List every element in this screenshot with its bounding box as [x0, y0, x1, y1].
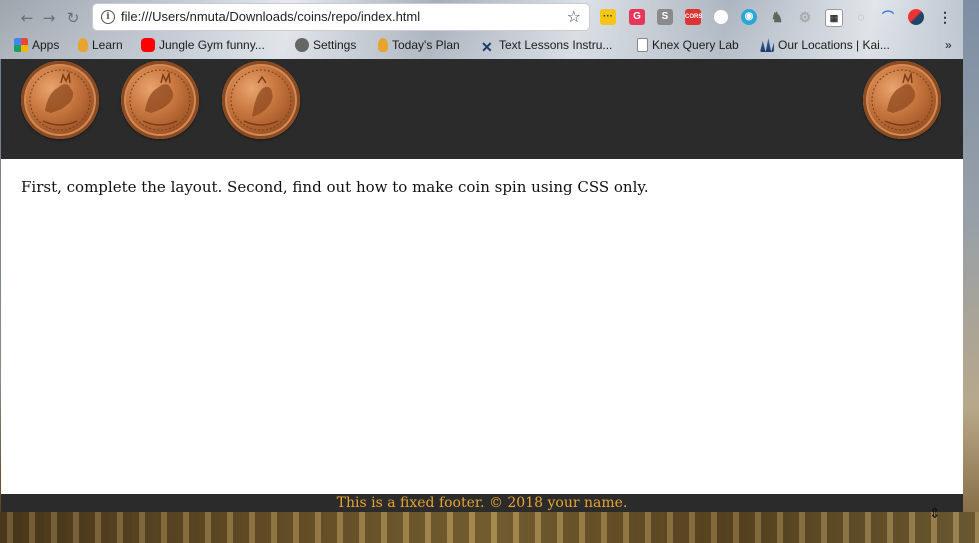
hand-icon — [78, 38, 88, 52]
back-icon[interactable]: ← — [18, 9, 36, 27]
footer-text: This is a fixed footer. © 2018 your name… — [336, 495, 628, 511]
extension-shield-icon[interactable]: ◌ — [853, 9, 869, 25]
gear-icon — [295, 38, 309, 52]
address-bar[interactable]: i file:///Users/nmuta/Downloads/coins/re… — [93, 4, 589, 30]
extension-ball-icon[interactable] — [908, 9, 924, 25]
bookmark-text-lessons[interactable]: ✕ Text Lessons Instru... — [481, 37, 612, 55]
extension-s-icon[interactable]: S — [657, 9, 673, 25]
fixed-footer: This is a fixed footer. © 2018 your name… — [1, 494, 963, 512]
coin-image[interactable] — [121, 61, 199, 139]
page-viewport: First, complete the layout. Second, find… — [1, 59, 963, 512]
instruction-text: First, complete the layout. Second, find… — [21, 178, 649, 196]
extension-circle-icon[interactable] — [713, 9, 729, 25]
coin-image[interactable] — [863, 61, 941, 139]
desktop-background-bottom — [0, 512, 979, 543]
bookmark-learn[interactable]: Learn — [78, 37, 123, 53]
bookmark-star-icon[interactable]: ☆ — [567, 7, 581, 26]
extension-qr-icon[interactable]: ▦ — [825, 9, 843, 27]
bookmark-knex-query-lab[interactable]: Knex Query Lab — [637, 37, 739, 53]
file-icon — [637, 38, 648, 52]
hand-icon — [378, 38, 388, 52]
extension-arc-icon[interactable]: ⌒ — [880, 9, 896, 25]
address-url[interactable]: file:///Users/nmuta/Downloads/coins/repo… — [121, 9, 420, 24]
bookmark-todays-plan[interactable]: Today's Plan — [378, 37, 460, 53]
reload-icon[interactable]: ↻ — [64, 9, 82, 27]
bookmark-apps[interactable]: Apps — [14, 37, 59, 53]
coin-image[interactable] — [21, 61, 99, 139]
extension-eye-icon[interactable]: ◉ — [741, 9, 757, 25]
building-icon — [760, 38, 774, 52]
x-logo-icon: ✕ — [481, 39, 493, 55]
bookmark-our-locations[interactable]: Our Locations | Kai... — [760, 37, 890, 53]
bookmark-settings[interactable]: Settings — [295, 37, 356, 53]
extension-cors-icon[interactable]: CORS — [685, 9, 702, 25]
coin-image[interactable] — [222, 61, 300, 139]
browser-toolbar: ← → ↻ i file:///Users/nmuta/Downloads/co… — [0, 0, 963, 59]
bookmarks-overflow-button[interactable]: » — [945, 37, 952, 53]
coin-header — [1, 59, 963, 159]
menu-kebab-icon[interactable]: ⋮ — [937, 9, 953, 25]
extension-dots-icon[interactable]: ··· — [600, 9, 616, 25]
extension-gear-icon[interactable]: ⚙ — [797, 9, 813, 25]
extension-grammarly-icon[interactable]: G — [629, 9, 645, 25]
desktop-background-right — [963, 0, 979, 543]
site-info-icon[interactable]: i — [101, 10, 115, 24]
youtube-icon — [141, 38, 155, 52]
extension-evernote-icon[interactable]: ♞ — [769, 9, 785, 25]
apps-grid-icon — [14, 38, 28, 52]
forward-icon[interactable]: → — [40, 9, 58, 27]
bookmark-jungle-gym[interactable]: Jungle Gym funny... — [141, 37, 265, 53]
bookmarks-bar: Apps Learn Jungle Gym funny... Settings … — [0, 34, 963, 56]
resize-cursor-icon: ⇕ — [929, 506, 941, 522]
